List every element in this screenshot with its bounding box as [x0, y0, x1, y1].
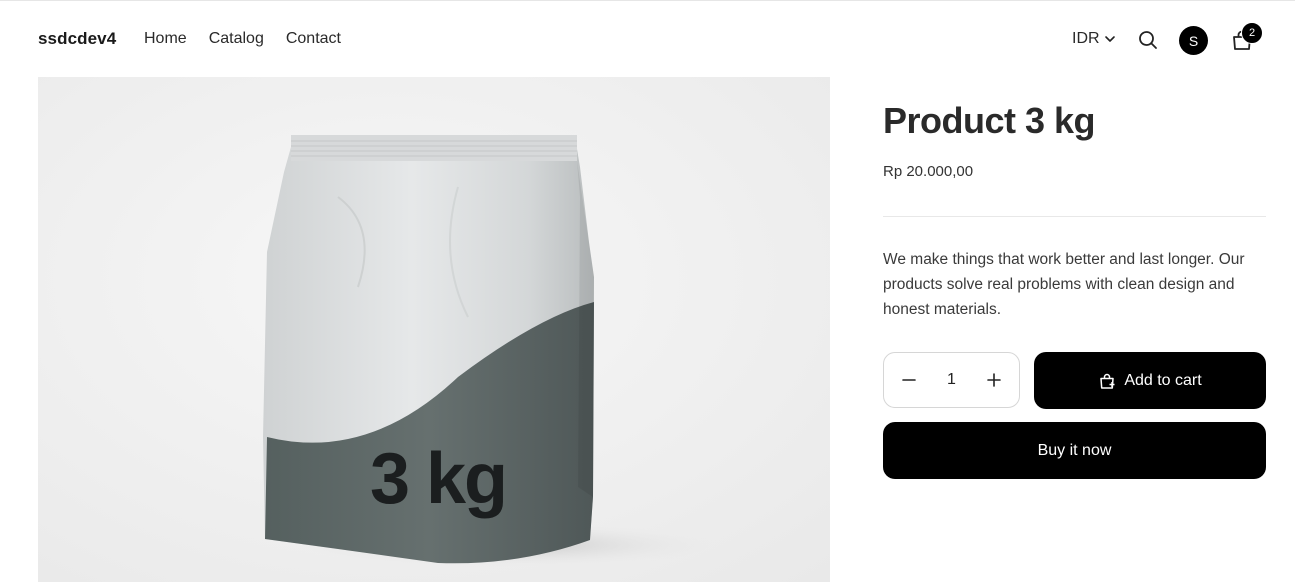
product-bag-illustration: 3 kg — [38, 77, 830, 582]
minus-icon — [902, 379, 916, 381]
add-to-cart-label: Add to cart — [1124, 371, 1202, 389]
add-to-cart-button[interactable]: Add to cart — [1034, 352, 1266, 409]
main-nav: Home Catalog Contact — [144, 30, 341, 48]
increase-quantity-button[interactable] — [979, 365, 1009, 395]
account-avatar[interactable]: S — [1179, 26, 1208, 55]
nav-item-home[interactable]: Home — [144, 30, 187, 48]
product-description: We make things that work better and last… — [883, 251, 1245, 318]
bag-plus-icon — [1100, 373, 1115, 389]
product-price: Rp 20.000,00 — [883, 163, 974, 180]
product-image[interactable]: 3 kg — [38, 77, 830, 582]
plus-icon — [987, 373, 1001, 387]
nav-item-catalog[interactable]: Catalog — [209, 30, 264, 48]
nav-item-contact[interactable]: Contact — [286, 30, 341, 48]
divider — [883, 216, 1266, 217]
currency-selector[interactable]: IDR — [1072, 30, 1116, 48]
bag-label: 3 kg — [370, 439, 506, 519]
decrease-quantity-button[interactable] — [894, 365, 924, 395]
brand-logo[interactable]: ssdcdev4 — [38, 29, 116, 49]
quantity-stepper: 1 — [883, 352, 1020, 408]
currency-label: IDR — [1072, 30, 1100, 47]
site-header: ssdcdev4 Home Catalog Contact IDR S 2 — [0, 1, 1295, 77]
search-icon[interactable] — [1137, 29, 1159, 51]
chevron-down-icon — [1104, 36, 1115, 42]
buy-now-button[interactable]: Buy it now — [883, 422, 1266, 479]
cart-count-badge: 2 — [1241, 22, 1263, 44]
quantity-value[interactable]: 1 — [937, 371, 967, 389]
product-title: Product 3 kg — [883, 100, 1096, 141]
buy-now-label: Buy it now — [1037, 441, 1112, 459]
